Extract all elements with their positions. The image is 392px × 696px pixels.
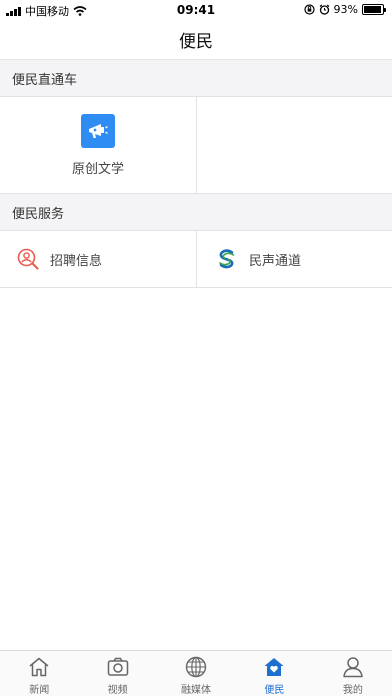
megaphone-icon bbox=[81, 113, 115, 148]
tab-media[interactable]: 融媒体 bbox=[157, 651, 235, 696]
orientation-lock-icon bbox=[303, 4, 315, 15]
section-header-direct: 便民直通车 bbox=[0, 60, 392, 97]
globe-icon bbox=[184, 655, 208, 679]
battery-fill bbox=[364, 6, 381, 13]
grid-item-label: 原创文学 bbox=[71, 161, 124, 177]
home-icon bbox=[27, 655, 51, 679]
camera-icon bbox=[106, 655, 130, 679]
battery-percent: 93% bbox=[333, 3, 358, 16]
service-item-label: 民声通道 bbox=[249, 253, 302, 269]
status-bar: 中国移动 09:41 93% bbox=[0, 0, 392, 20]
section-header-services: 便民服务 bbox=[0, 194, 392, 231]
tab-label: 新闻 bbox=[29, 685, 50, 696]
tab-news[interactable]: 新闻 bbox=[0, 651, 78, 696]
tab-bar: 新闻 视频 融媒体 便民 我的 bbox=[0, 650, 392, 696]
tab-label: 我的 bbox=[342, 685, 363, 696]
search-person-icon bbox=[16, 247, 40, 271]
tab-video[interactable]: 视频 bbox=[78, 651, 156, 696]
service-item-public-voice[interactable]: 民声通道 bbox=[196, 231, 392, 287]
page-title: 便民 bbox=[179, 32, 213, 52]
grid-item-original-literature[interactable]: 原创文学 bbox=[0, 97, 196, 193]
service-item-label: 招聘信息 bbox=[50, 253, 103, 269]
service-item-recruitment[interactable]: 招聘信息 bbox=[0, 231, 196, 287]
tab-convenience[interactable]: 便民 bbox=[235, 651, 313, 696]
heart-house-icon bbox=[262, 655, 286, 679]
services-row: 招聘信息 民声通道 bbox=[0, 231, 392, 288]
tab-label: 融媒体 bbox=[181, 685, 212, 696]
direct-grid: 原创文学 bbox=[0, 97, 392, 194]
alarm-icon bbox=[319, 4, 329, 15]
nav-bar: 便民 bbox=[0, 20, 392, 60]
battery-icon bbox=[362, 4, 386, 15]
status-right: 93% bbox=[303, 3, 386, 16]
tab-label: 便民 bbox=[264, 685, 285, 696]
tab-label: 视频 bbox=[107, 685, 128, 696]
tab-mine[interactable]: 我的 bbox=[314, 651, 392, 696]
grid-item-empty bbox=[196, 97, 392, 193]
s-logo-icon bbox=[215, 247, 239, 271]
user-icon bbox=[341, 655, 365, 679]
